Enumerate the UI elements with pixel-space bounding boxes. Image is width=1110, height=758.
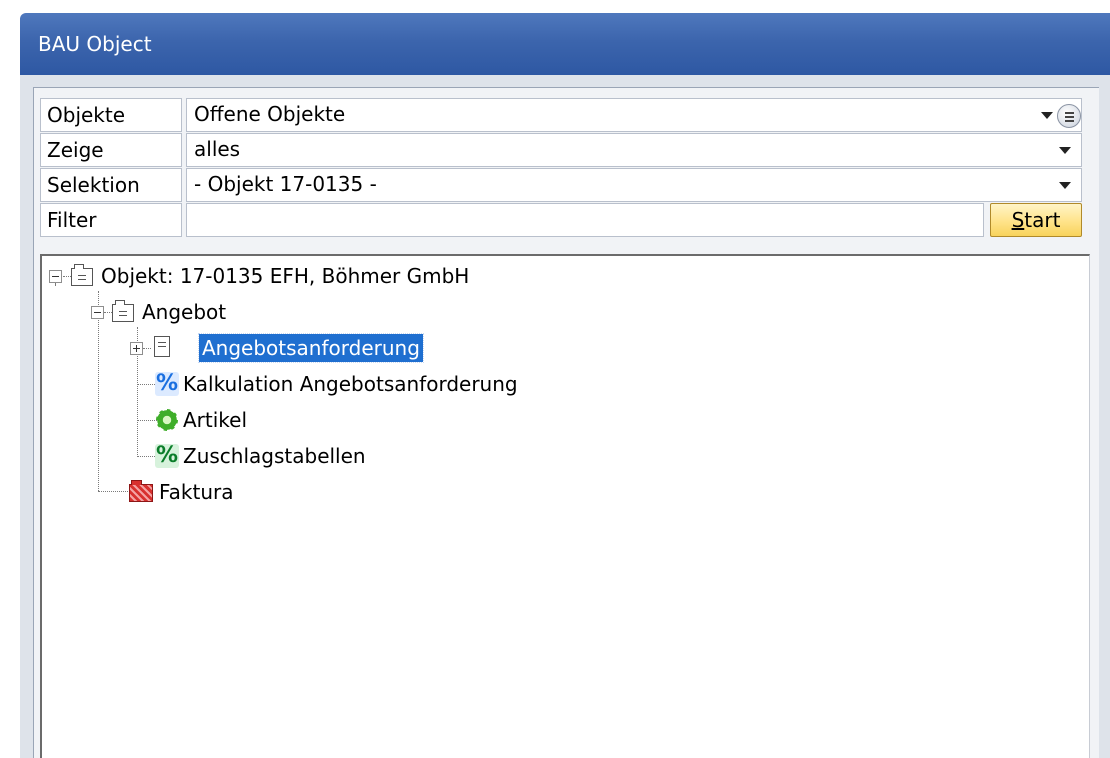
filter-row: Filter Start <box>40 203 1094 237</box>
chevron-down-icon[interactable] <box>1041 112 1053 119</box>
tree-node-artikel[interactable]: Artikel <box>180 406 250 436</box>
folder-icon <box>71 264 93 286</box>
selektion-label: Selektion <box>40 168 182 202</box>
tree-connector <box>137 384 157 385</box>
tree-connector <box>98 291 99 491</box>
expand-toggle[interactable] <box>130 342 143 355</box>
tree-connector <box>137 420 157 421</box>
filter-input[interactable] <box>186 203 984 237</box>
tree-connector <box>143 348 151 349</box>
object-panel: Objekte Offene Objekte Zeige alles Selek… <box>33 87 1099 758</box>
tree-node-angebot[interactable]: Angebot <box>139 298 229 328</box>
tree-connector <box>55 283 56 285</box>
tree-node-label: Kalkulation Angebotsanforderung <box>183 372 518 396</box>
window-content: Objekte Offene Objekte Zeige alles Selek… <box>20 75 1110 758</box>
chevron-down-icon[interactable] <box>1059 147 1071 154</box>
collapse-toggle[interactable] <box>91 306 104 319</box>
tree-node-label: Angebot <box>142 300 227 324</box>
selektion-value: - Objekt 17-0135 - <box>194 172 377 196</box>
collapse-toggle[interactable] <box>49 270 62 283</box>
window-title: BAU Object <box>38 32 152 56</box>
chevron-down-icon[interactable] <box>1059 182 1071 189</box>
tree-node-label: Zuschlagstabellen <box>183 444 366 468</box>
bau-object-window: BAU Object Objekte Offene Objekte Zeige … <box>0 0 1110 758</box>
objekte-dropdown[interactable]: Offene Objekte <box>186 98 1082 132</box>
zeige-label: Zeige <box>40 133 182 167</box>
tree-connector <box>98 491 128 492</box>
start-button[interactable]: Start <box>990 203 1082 237</box>
percent-icon: % <box>155 371 179 396</box>
objekte-row: Objekte Offene Objekte <box>40 98 1094 132</box>
window-titlebar[interactable]: BAU Object <box>20 13 1110 75</box>
tree-node-angebotsanforderung[interactable]: Angebotsanforderung <box>198 333 424 364</box>
document-icon <box>154 336 170 357</box>
list-options-icon[interactable] <box>1057 104 1081 128</box>
tree-connector <box>137 456 157 457</box>
tree-node-label: Angebotsanforderung <box>198 333 424 363</box>
percent-icon: % <box>155 443 179 468</box>
selektion-row: Selektion - Objekt 17-0135 - <box>40 168 1094 202</box>
tree-node-kalkulation[interactable]: Kalkulation Angebotsanforderung <box>180 370 521 400</box>
objekte-value: Offene Objekte <box>194 102 346 126</box>
tree-node-label: Artikel <box>183 408 248 432</box>
zeige-row: Zeige alles <box>40 133 1094 167</box>
tree-node-faktura[interactable]: Faktura <box>156 478 237 508</box>
zeige-value: alles <box>194 137 241 161</box>
tree-node-label: Objekt: 17-0135 EFH, Böhmer GmbH <box>101 264 470 288</box>
tree-node-zuschlagstabellen[interactable]: Zuschlagstabellen <box>180 442 369 472</box>
red-folder-icon <box>129 480 153 502</box>
zeige-dropdown[interactable]: alles <box>186 133 1082 167</box>
start-button-mnemonic: S <box>1011 208 1025 232</box>
tree-node-objekt[interactable]: Objekt: 17-0135 EFH, Böhmer GmbH <box>98 262 472 292</box>
filter-label: Filter <box>40 203 182 237</box>
tree-connector <box>104 312 112 313</box>
tree-node-label: Faktura <box>159 480 234 504</box>
gear-icon <box>156 409 178 431</box>
object-tree[interactable]: Objekt: 17-0135 EFH, Böhmer GmbH Angebot… <box>40 254 1090 758</box>
selektion-dropdown[interactable]: - Objekt 17-0135 - <box>186 168 1082 202</box>
tree-connector <box>63 276 71 277</box>
start-button-label: tart <box>1024 208 1061 232</box>
objekte-label: Objekte <box>40 98 182 132</box>
folder-icon <box>112 300 134 322</box>
